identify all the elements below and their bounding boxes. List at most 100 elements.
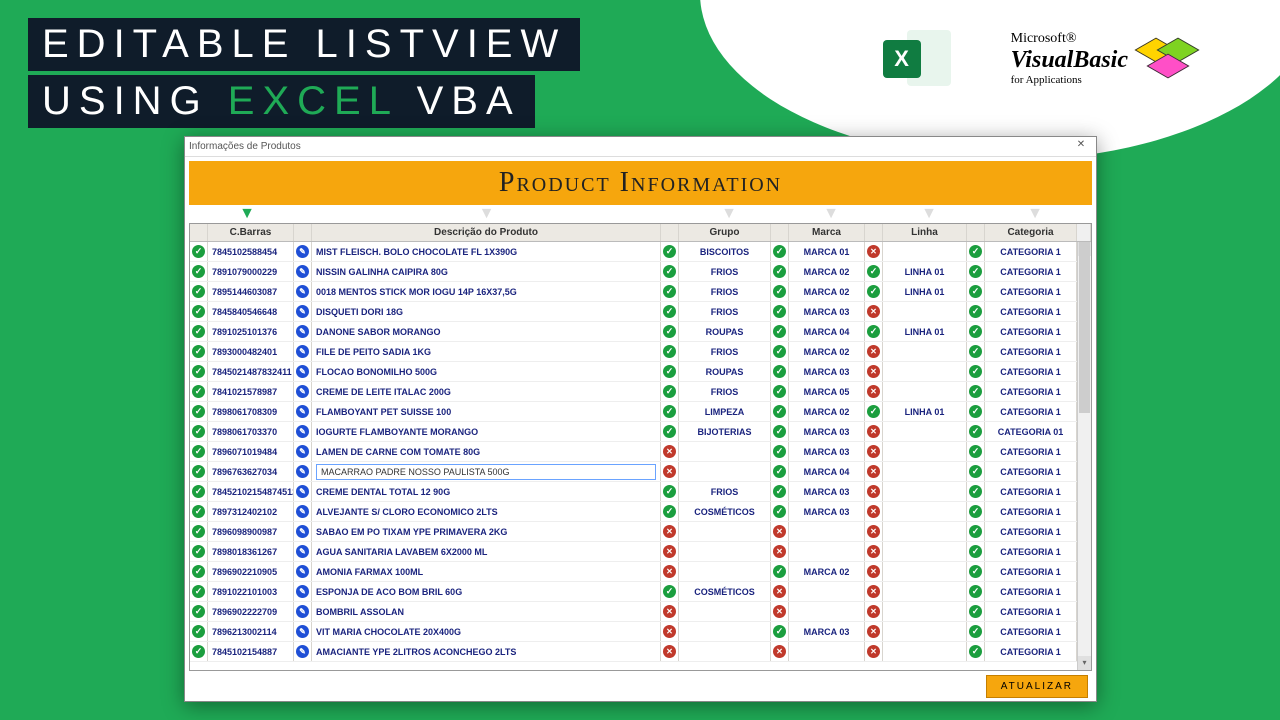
table-row[interactable]: 7845102588454MIST FLEISCH. BOLO CHOCOLAT…	[190, 242, 1091, 262]
table-row[interactable]: 7896763627034MARCA 04CATEGORIA 1	[190, 462, 1091, 482]
table-row[interactable]: 7898061708309FLAMBOYANT PET SUISSE 100LI…	[190, 402, 1091, 422]
edit-icon[interactable]	[294, 342, 312, 361]
close-button[interactable]: ✕	[1070, 139, 1092, 155]
cell-descr: SABAO EM PO TIXAM YPE PRIMAVERA 2KG	[312, 522, 661, 541]
col-linha[interactable]: Linha	[883, 224, 967, 241]
edit-input[interactable]	[316, 464, 656, 480]
table-row[interactable]: 7841021578987CREME DE LEITE ITALAC 200GF…	[190, 382, 1091, 402]
scroll-down-icon[interactable]: ▾	[1078, 656, 1091, 670]
status-icon	[661, 362, 679, 381]
edit-icon[interactable]	[294, 262, 312, 281]
edit-icon[interactable]	[294, 362, 312, 381]
status-icon	[771, 442, 789, 461]
cell-linha	[883, 242, 967, 261]
edit-icon[interactable]	[294, 522, 312, 541]
table-row[interactable]: 7845102154887AMACIANTE YPE 2LITROS ACONC…	[190, 642, 1091, 662]
cell-descr: DISQUETI DORI 18G	[312, 302, 661, 321]
listview[interactable]: C.Barras Descrição do Produto Grupo Marc…	[189, 223, 1092, 671]
status-icon	[190, 542, 208, 561]
filter-arrow-icon[interactable]: ▼	[683, 205, 775, 223]
edit-icon[interactable]	[294, 602, 312, 621]
cell-grupo: FRIOS	[679, 342, 771, 361]
table-row[interactable]: 7896213002114VIT MARIA CHOCOLATE 20X400G…	[190, 622, 1091, 642]
col-descr[interactable]: Descrição do Produto	[312, 224, 661, 241]
edit-icon[interactable]	[294, 502, 312, 521]
status-icon	[865, 622, 883, 641]
table-row[interactable]: 7898061703370IOGURTE FLAMBOYANTE MORANGO…	[190, 422, 1091, 442]
table-row[interactable]: 7896098900987 SABAO EM PO TIXAM YPE PRIMA…	[190, 522, 1091, 542]
edit-icon[interactable]	[294, 542, 312, 561]
edit-icon[interactable]	[294, 462, 312, 481]
edit-icon[interactable]	[294, 622, 312, 641]
status-icon	[771, 282, 789, 301]
cell-descr: FLAMBOYANT PET SUISSE 100	[312, 402, 661, 421]
cell-categ: CATEGORIA 1	[985, 382, 1077, 401]
col-categ[interactable]: Categoria	[985, 224, 1077, 241]
table-row[interactable]: 7896902210905AMONIA FARMAX 100MLMARCA 02…	[190, 562, 1091, 582]
cell-grupo	[679, 602, 771, 621]
cell-barras: 7895144603087	[208, 282, 294, 301]
cell-categ: CATEGORIA 1	[985, 642, 1077, 661]
cell-categ: CATEGORIA 01	[985, 422, 1077, 441]
vertical-scrollbar[interactable]: ▴ ▾	[1077, 242, 1091, 670]
cell-descr: MIST FLEISCH. BOLO CHOCOLATE FL 1X390G	[312, 242, 661, 261]
edit-icon[interactable]	[294, 582, 312, 601]
status-icon	[865, 462, 883, 481]
status-icon	[661, 582, 679, 601]
table-row[interactable]: 7891025101376DANONE SABOR MORANGOROUPASM…	[190, 322, 1091, 342]
filter-arrow-icon[interactable]: ▼	[887, 205, 971, 223]
edit-icon[interactable]	[294, 282, 312, 301]
table-row[interactable]: 7893000482401FILE DE PEITO SADIA 1KGFRIO…	[190, 342, 1091, 362]
cell-marca: MARCA 03	[789, 622, 865, 641]
table-row[interactable]: 7845021487832411FLOCAO BONOMILHO 500GROU…	[190, 362, 1091, 382]
edit-icon[interactable]	[294, 562, 312, 581]
filter-arrow-icon[interactable]: ▼	[204, 205, 290, 223]
table-row[interactable]: 7897312402102ALVEJANTE S/ CLORO ECONOMIC…	[190, 502, 1091, 522]
scroll-thumb[interactable]	[1079, 242, 1090, 413]
edit-icon[interactable]	[294, 302, 312, 321]
title-line-2: USING EXCEL VBA	[28, 75, 535, 128]
cell-linha	[883, 382, 967, 401]
edit-icon[interactable]	[294, 642, 312, 661]
filter-arrow-icon[interactable]: ▼	[989, 205, 1081, 223]
cell-categ: CATEGORIA 1	[985, 242, 1077, 261]
edit-icon[interactable]	[294, 242, 312, 261]
table-row[interactable]: 7891022101003ESPONJA DE ACO BOM BRIL 60G…	[190, 582, 1091, 602]
table-row[interactable]: 7845840546648DISQUETI DORI 18GFRIOSMARCA…	[190, 302, 1091, 322]
table-row[interactable]: 78951446030870018 MENTOS STICK MOR IOGU …	[190, 282, 1091, 302]
status-icon	[967, 362, 985, 381]
filter-arrow-icon[interactable]: ▼	[793, 205, 869, 223]
filter-arrow-icon[interactable]: ▼	[308, 205, 665, 223]
status-icon	[967, 242, 985, 261]
status-icon	[865, 502, 883, 521]
table-row[interactable]: 7898018361267AGUA SANITARIA LAVABEM 6X20…	[190, 542, 1091, 562]
edit-icon[interactable]	[294, 422, 312, 441]
col-barras[interactable]: C.Barras	[208, 224, 294, 241]
status-icon	[661, 442, 679, 461]
status-icon	[771, 362, 789, 381]
cell-barras: 7897312402102	[208, 502, 294, 521]
status-icon	[661, 502, 679, 521]
edit-icon[interactable]	[294, 382, 312, 401]
cell-barras: 7896098900987	[208, 522, 294, 541]
col-grupo[interactable]: Grupo	[679, 224, 771, 241]
edit-icon[interactable]	[294, 482, 312, 501]
status-icon	[190, 302, 208, 321]
table-row[interactable]: 7896902222709BOMBRIL ASSOLANCATEGORIA 1	[190, 602, 1091, 622]
titlebar[interactable]: Informações de Produtos ✕	[185, 137, 1096, 157]
edit-icon[interactable]	[294, 322, 312, 341]
table-row[interactable]: 7891079000229NISSIN GALINHA CAIPIRA 80GF…	[190, 262, 1091, 282]
cell-categ: CATEGORIA 1	[985, 262, 1077, 281]
edit-icon[interactable]	[294, 442, 312, 461]
table-row[interactable]: 78452102154874512CREME DENTAL TOTAL 12 9…	[190, 482, 1091, 502]
atualizar-button[interactable]: ATUALIZAR	[986, 675, 1088, 698]
edit-icon[interactable]	[294, 402, 312, 421]
title-line-1: EDITABLE LISTVIEW	[28, 18, 580, 71]
table-row[interactable]: 7896071019484LAMEN DE CARNE COM TOMATE 8…	[190, 442, 1091, 462]
status-icon	[771, 322, 789, 341]
cell-barras: 7896902210905	[208, 562, 294, 581]
status-icon	[661, 482, 679, 501]
cell-marca: MARCA 04	[789, 462, 865, 481]
col-marca[interactable]: Marca	[789, 224, 865, 241]
status-icon	[865, 442, 883, 461]
